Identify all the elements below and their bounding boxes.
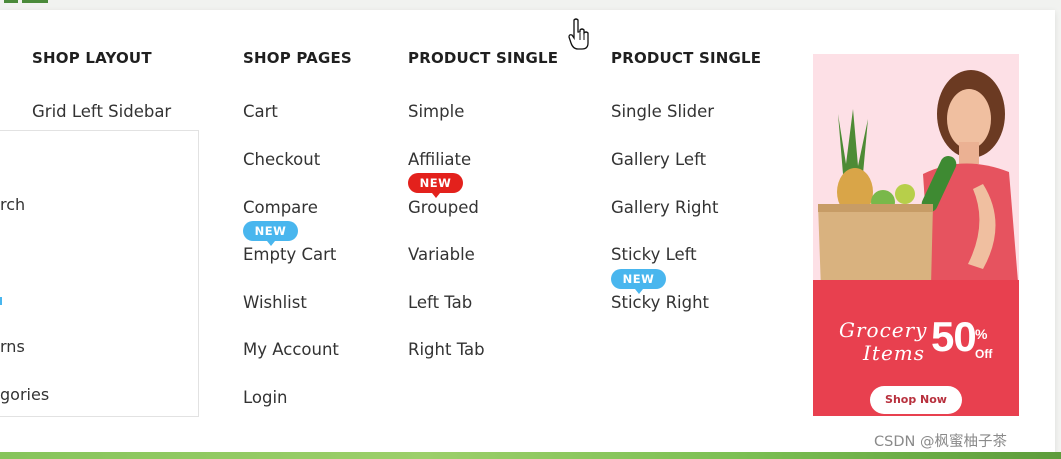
left-dropdown-menu: rch rns gories xyxy=(0,130,199,417)
menu-link-my-account[interactable]: My Account xyxy=(243,340,339,359)
menu-link-login[interactable]: Login xyxy=(243,388,288,407)
promo-title-line2: Items xyxy=(863,341,926,365)
left-dropdown-accent xyxy=(0,297,2,305)
menu-link-compare[interactable]: Compare xyxy=(243,198,318,217)
bottom-strip xyxy=(0,452,1061,459)
menu-link-affiliate[interactable]: Affiliate xyxy=(408,150,471,169)
column-heading: PRODUCT SINGLE xyxy=(611,49,762,67)
new-badge: NEW xyxy=(243,221,298,246)
column-heading: SHOP LAYOUT xyxy=(32,49,152,67)
menu-link-right-tab[interactable]: Right Tab xyxy=(408,340,485,359)
promo-banner[interactable]: Grocery Items 50 % Off Shop Now xyxy=(813,54,1019,416)
menu-link-cart[interactable]: Cart xyxy=(243,102,278,121)
column-heading: SHOP PAGES xyxy=(243,49,352,67)
left-dropdown-item[interactable]: rns xyxy=(0,337,25,356)
menu-link-grouped[interactable]: Grouped xyxy=(408,198,479,217)
menu-link-single-slider[interactable]: Single Slider xyxy=(611,102,714,121)
shop-now-button[interactable]: Shop Now xyxy=(870,386,962,414)
menu-link-empty-cart[interactable]: Empty Cart xyxy=(243,245,336,264)
promo-percent-symbol: % xyxy=(975,326,988,342)
watermark: CSDN @枫蜜柚子茶 xyxy=(874,434,1007,450)
menu-link-left-tab[interactable]: Left Tab xyxy=(408,293,472,312)
top-decoration xyxy=(22,0,48,3)
column-heading: PRODUCT SINGLE xyxy=(408,49,559,67)
new-badge: NEW xyxy=(611,269,666,294)
new-badge: NEW xyxy=(408,173,463,198)
left-dropdown-item[interactable]: rch xyxy=(0,195,25,214)
hand-cursor-icon xyxy=(568,18,589,50)
promo-off: Off xyxy=(975,347,993,361)
menu-link-variable[interactable]: Variable xyxy=(408,245,475,264)
promo-percent: 50 xyxy=(931,313,977,360)
menu-link-gallery-right[interactable]: Gallery Right xyxy=(611,198,718,217)
left-dropdown-item[interactable]: gories xyxy=(0,385,49,404)
menu-link-sticky-right[interactable]: Sticky Right xyxy=(611,293,709,312)
menu-link-gallery-left[interactable]: Gallery Left xyxy=(611,150,706,169)
menu-link-wishlist[interactable]: Wishlist xyxy=(243,293,307,312)
promo-title-line1: Grocery xyxy=(839,318,928,342)
menu-link-grid-left-sidebar[interactable]: Grid Left Sidebar xyxy=(32,102,171,121)
top-decoration xyxy=(4,0,18,3)
menu-link-checkout[interactable]: Checkout xyxy=(243,150,320,169)
menu-link-simple[interactable]: Simple xyxy=(408,102,464,121)
top-strip xyxy=(0,0,1061,10)
menu-link-sticky-left[interactable]: Sticky Left xyxy=(611,245,697,264)
